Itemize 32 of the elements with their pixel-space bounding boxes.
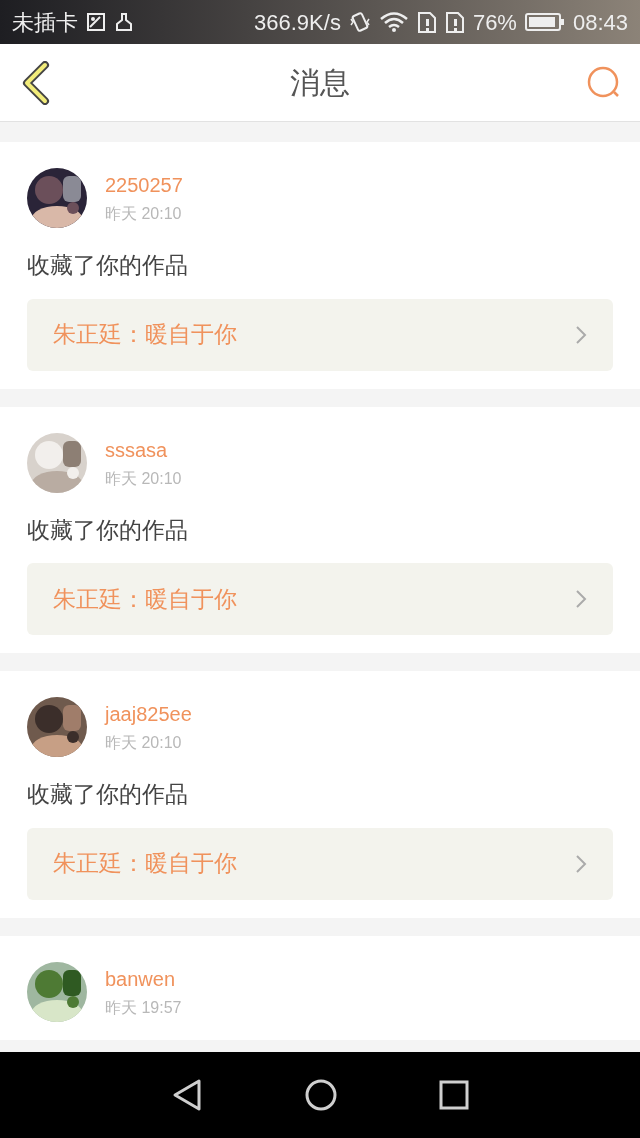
recents-square-icon[interactable] <box>439 1080 470 1110</box>
message-time: 昨天 20:10 <box>105 468 182 489</box>
clock-time: 08:43 <box>572 8 628 37</box>
home-circle-icon[interactable] <box>304 1078 338 1112</box>
carrier-text: 未插卡 <box>12 8 78 37</box>
sim-alert-icon <box>444 11 465 33</box>
user-name[interactable]: jaaj825ee <box>105 699 192 729</box>
message-text: 收藏了你的作品 <box>27 515 189 545</box>
work-link[interactable]: 朱正廷：暖自于你 <box>27 298 613 371</box>
user-name[interactable]: banwen <box>105 963 182 994</box>
chevron-right-icon <box>575 589 587 609</box>
battery-icon <box>524 12 565 32</box>
page-title: 消息 <box>290 65 350 101</box>
back-icon <box>21 60 51 105</box>
message-time: 昨天 20:10 <box>105 733 183 753</box>
message-text: 收藏了你的作品 <box>27 251 189 280</box>
user-name[interactable]: sssasa <box>105 434 182 465</box>
work-link[interactable]: 朱正廷：暖自于你 <box>27 563 613 635</box>
cleaner-icon <box>114 12 134 32</box>
message-time: 昨天 19:57 <box>105 997 182 1018</box>
work-link[interactable]: 朱正廷：暖自于你 <box>27 827 613 900</box>
message-text: 收藏了你的作品 <box>27 780 189 809</box>
wifi-icon <box>378 11 409 33</box>
vibrate-icon <box>348 11 371 33</box>
chevron-right-icon <box>575 324 587 345</box>
chevron-right-icon <box>575 853 587 874</box>
network-speed: 366.9K/s <box>254 8 341 37</box>
sim-alert-icon <box>416 11 437 33</box>
user-name[interactable]: 2250257 <box>105 170 183 200</box>
battery-percent: 76% <box>472 8 517 37</box>
message-time: 昨天 20:10 <box>105 204 183 224</box>
image-icon <box>86 12 106 32</box>
